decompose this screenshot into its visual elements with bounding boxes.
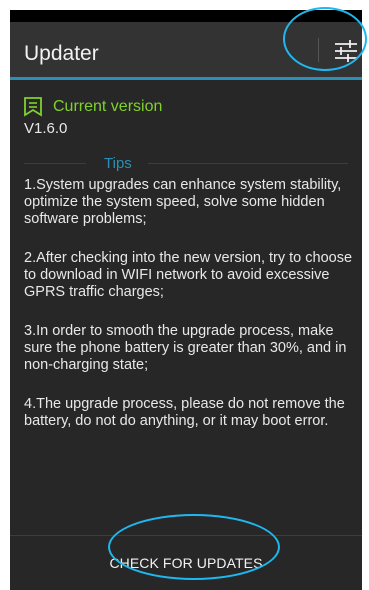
- check-for-updates-button[interactable]: CHECK FOR UPDATES: [10, 536, 362, 590]
- tip-item-2: 2.After checking into the new version, t…: [24, 250, 353, 300]
- tip-item-4: 4.The upgrade process, please do not rem…: [24, 396, 345, 429]
- updater-screen: Updater Current version V1.6.0 Tips 1.Sy…: [10, 10, 362, 590]
- flag-icon: [24, 97, 42, 117]
- tips-line-right: [148, 163, 348, 164]
- tip-item-1: 1.System upgrades can enhance system sta…: [24, 177, 342, 227]
- tips-heading: Tips: [104, 155, 132, 172]
- current-version-value: V1.6.0: [24, 120, 68, 137]
- current-version-label: Current version: [53, 98, 163, 115]
- action-bar-divider: [318, 38, 319, 62]
- settings-button[interactable]: [328, 30, 362, 70]
- sliders-icon: [335, 40, 357, 62]
- tips-line-left: [24, 163, 86, 164]
- action-bar: Updater: [10, 22, 362, 80]
- current-version-row: Current version: [23, 96, 162, 118]
- tip-item-3: 3.In order to smooth the upgrade process…: [24, 323, 347, 373]
- app-title: Updater: [24, 42, 99, 65]
- tips-divider: Tips: [24, 155, 348, 173]
- status-bar: [10, 10, 362, 22]
